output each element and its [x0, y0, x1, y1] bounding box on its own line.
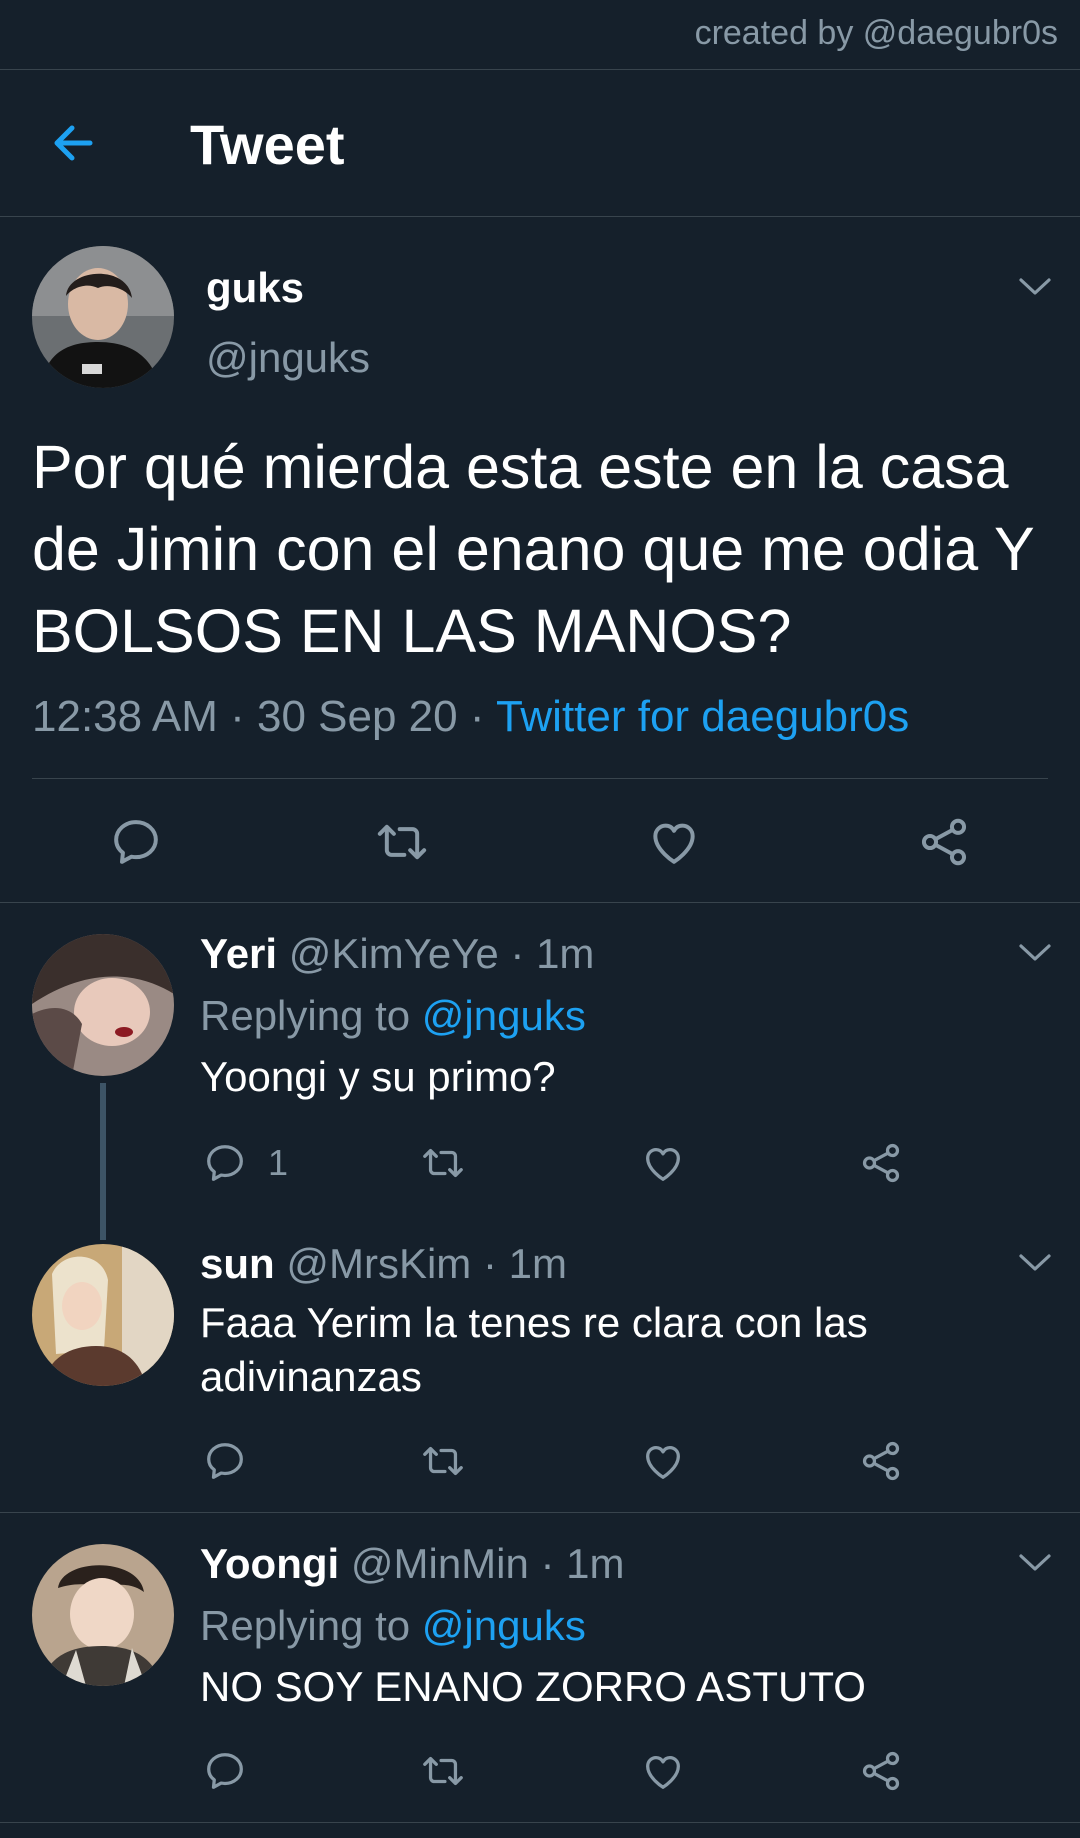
- author-name[interactable]: guks: [206, 264, 304, 312]
- heart-icon: [646, 814, 702, 870]
- heart-icon: [640, 1748, 686, 1794]
- reply-button[interactable]: [202, 1438, 248, 1484]
- replying-to: Replying to @jnguks: [200, 992, 586, 1040]
- reply-header: Yoongi @MinMin · 1m: [200, 1540, 625, 1588]
- like-button[interactable]: [640, 1748, 686, 1794]
- divider: [0, 902, 1080, 903]
- reply-author-name[interactable]: Yeri: [200, 930, 277, 977]
- retweet-button[interactable]: [420, 1748, 466, 1794]
- share-icon: [858, 1438, 904, 1484]
- reply-header: sun @MrsKim · 1m: [200, 1240, 567, 1288]
- like-button[interactable]: [640, 1438, 686, 1484]
- tweet-source-link[interactable]: Twitter for daegubr0s: [496, 692, 909, 741]
- replying-to-link[interactable]: @jnguks: [422, 1602, 586, 1649]
- reply-author-handle[interactable]: @MinMin · 1m: [351, 1540, 625, 1587]
- top-bar: Tweet: [0, 70, 1080, 216]
- share-button[interactable]: [916, 814, 972, 870]
- thread-connector: [100, 1083, 106, 1240]
- heart-icon: [640, 1140, 686, 1186]
- retweet-icon: [420, 1140, 466, 1186]
- like-button[interactable]: [646, 814, 702, 870]
- reply-button[interactable]: [108, 814, 164, 870]
- reply-author-name[interactable]: sun: [200, 1240, 275, 1287]
- tweet-timestamp: 12:38 AM · 30 Sep 20 ·: [32, 692, 496, 741]
- credit-text: created by @daegubr0s: [694, 14, 1058, 52]
- chevron-down-icon[interactable]: [1018, 1552, 1052, 1574]
- reply-icon: [202, 1140, 248, 1186]
- share-icon: [916, 814, 972, 870]
- reply-text: Faaa Yerim la tenes re clara con las adi…: [200, 1299, 868, 1400]
- share-icon: [858, 1140, 904, 1186]
- reply-text: NO SOY ENANO ZORRO ASTUTO: [200, 1663, 866, 1710]
- avatar[interactable]: [32, 934, 174, 1076]
- tweet-meta: 12:38 AM · 30 Sep 20 · Twitter for daegu…: [32, 692, 909, 742]
- chevron-down-icon[interactable]: [1018, 1252, 1052, 1274]
- author-handle[interactable]: @jnguks: [206, 334, 370, 382]
- back-arrow-icon[interactable]: [46, 115, 102, 171]
- avatar[interactable]: [32, 246, 174, 388]
- reply-icon: [202, 1748, 248, 1794]
- chevron-down-icon[interactable]: [1018, 942, 1052, 964]
- reply-author-handle[interactable]: @MrsKim · 1m: [286, 1240, 567, 1287]
- chevron-down-icon[interactable]: [1018, 276, 1052, 298]
- reply-text: Yoongi y su primo?: [200, 1053, 556, 1100]
- reply-author-handle[interactable]: @KimYeYe · 1m: [289, 930, 595, 977]
- heart-icon: [640, 1438, 686, 1484]
- divider: [0, 216, 1080, 217]
- divider: [32, 778, 1048, 779]
- replying-to-label: Replying to: [200, 992, 422, 1039]
- reply-author-name[interactable]: Yoongi: [200, 1540, 339, 1587]
- avatar[interactable]: [32, 1544, 174, 1686]
- retweet-icon: [374, 814, 430, 870]
- reply-header: Yeri @KimYeYe · 1m: [200, 930, 594, 978]
- reply-button[interactable]: [202, 1748, 248, 1794]
- reply-icon: [202, 1438, 248, 1484]
- tweet-text: Por qué mierda esta este en la casa de J…: [32, 433, 1034, 665]
- share-button[interactable]: [858, 1140, 904, 1186]
- avatar[interactable]: [32, 1244, 174, 1386]
- replying-to: Replying to @jnguks: [200, 1602, 586, 1650]
- reply-icon: [108, 814, 164, 870]
- retweet-icon: [420, 1438, 466, 1484]
- reply-count: 1: [268, 1142, 289, 1183]
- share-button[interactable]: [858, 1438, 904, 1484]
- replying-to-label: Replying to: [200, 1602, 422, 1649]
- like-button[interactable]: [640, 1140, 686, 1186]
- retweet-button[interactable]: [420, 1438, 466, 1484]
- share-icon: [858, 1748, 904, 1794]
- page-title: Tweet: [190, 113, 345, 176]
- divider: [0, 1822, 1080, 1823]
- retweet-icon: [420, 1748, 466, 1794]
- share-button[interactable]: [858, 1748, 904, 1794]
- reply-button[interactable]: [202, 1140, 248, 1186]
- replying-to-link[interactable]: @jnguks: [422, 992, 586, 1039]
- retweet-button[interactable]: [420, 1140, 466, 1186]
- retweet-button[interactable]: [374, 814, 430, 870]
- divider: [0, 1512, 1080, 1513]
